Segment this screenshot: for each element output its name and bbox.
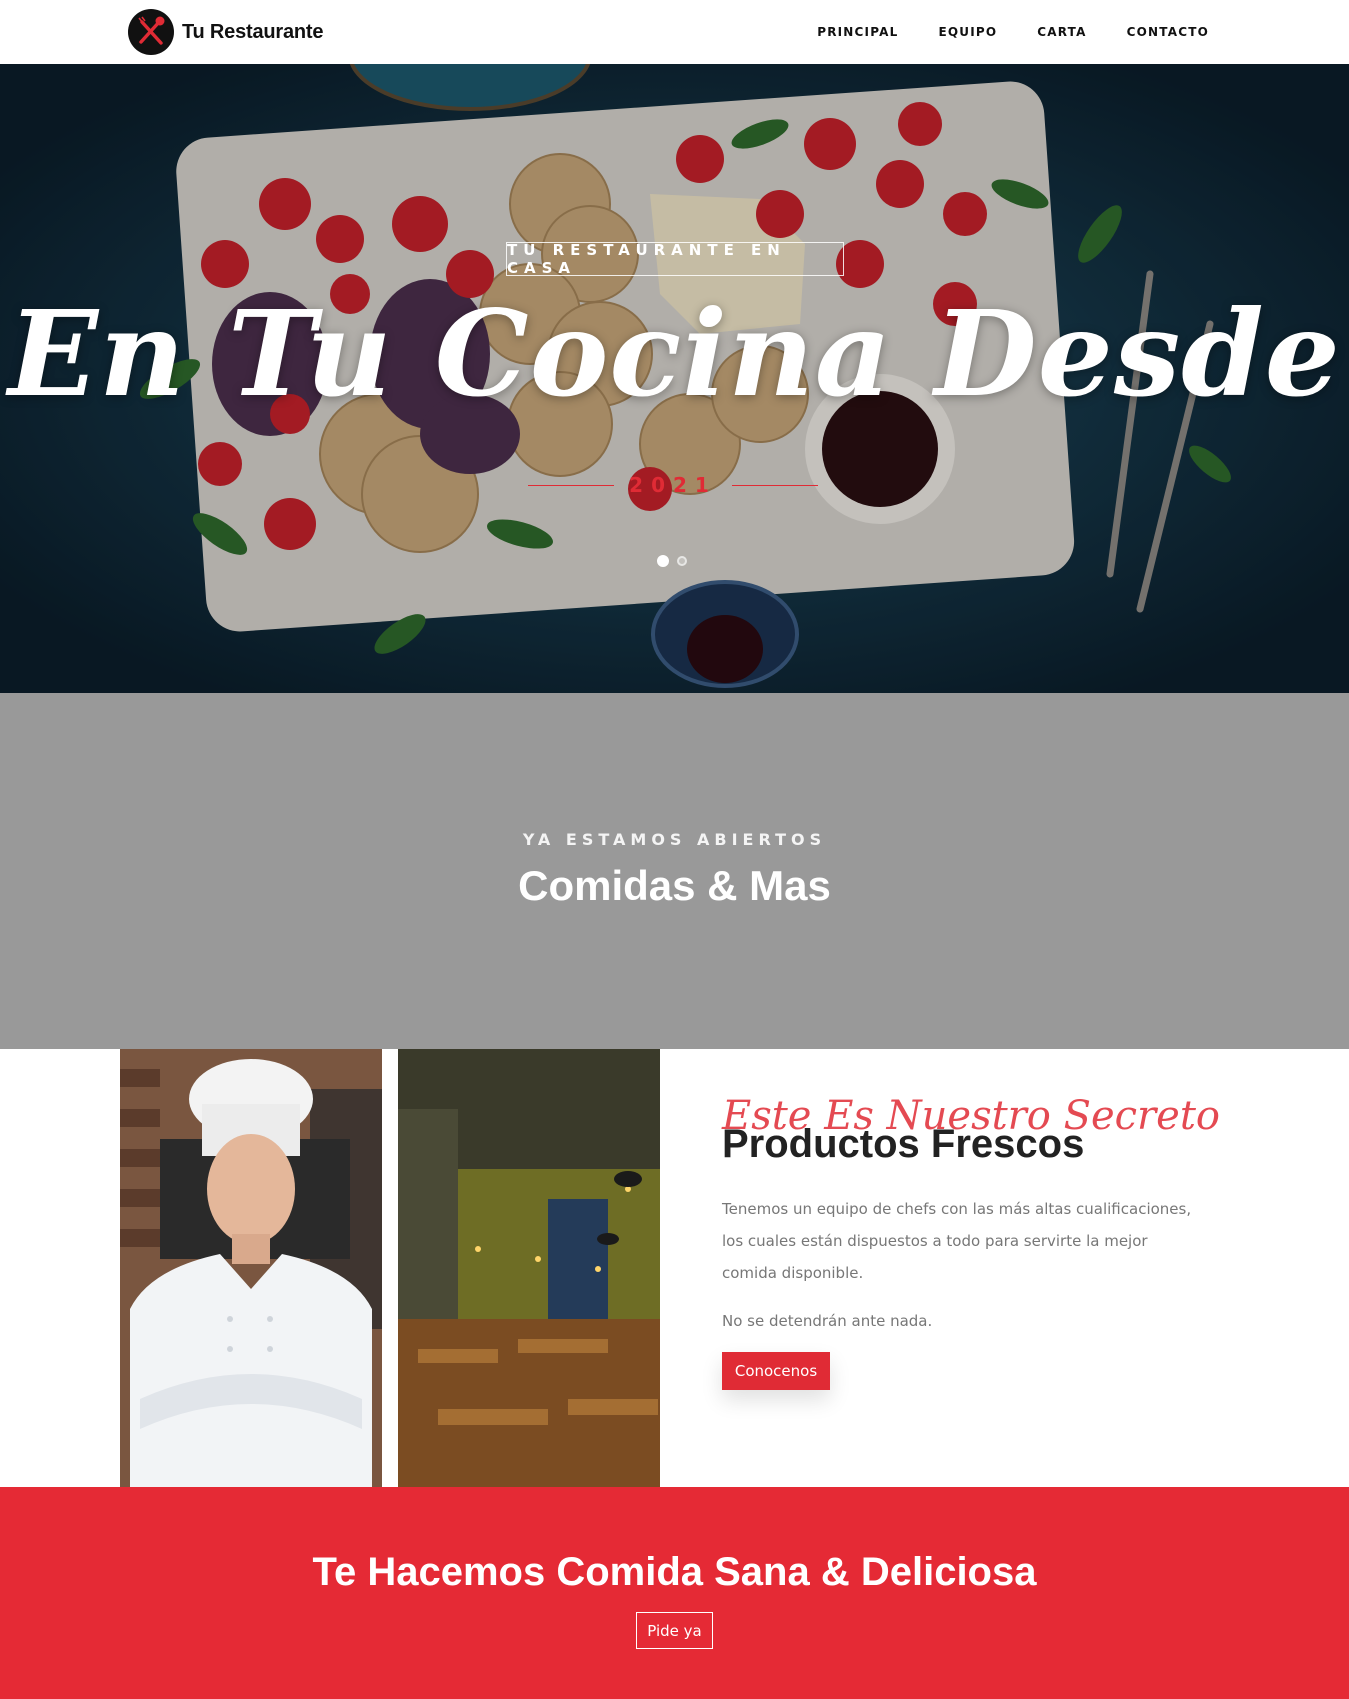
banner-kicker: YA ESTAMOS ABIERTOS bbox=[522, 830, 827, 849]
cta-section: Te Hacemos Comida Sana & Deliciosa Pide … bbox=[0, 1487, 1349, 1699]
restaurant-interior-photo bbox=[398, 1049, 660, 1487]
nav-link-equipo[interactable]: EQUIPO bbox=[938, 25, 997, 39]
conocenos-button[interactable]: Conocenos bbox=[722, 1352, 830, 1390]
about-paragraph-2: No se detendrán ante nada. bbox=[722, 1312, 933, 1330]
order-now-button[interactable]: Pide ya bbox=[636, 1612, 713, 1649]
banner-title: Comidas & Mas bbox=[518, 862, 831, 909]
divider-line-left bbox=[528, 484, 614, 486]
hero-slider: TU RESTAURANTE EN CASA En Tu Cocina Desd… bbox=[0, 64, 1349, 693]
brand-name: Tu Restaurante bbox=[182, 20, 324, 43]
hero-kicker: TU RESTAURANTE EN CASA bbox=[506, 241, 844, 277]
crossed-fork-spoon-icon bbox=[128, 9, 174, 55]
about-section: Este Es Nuestro Secreto Productos Fresco… bbox=[0, 1049, 1349, 1487]
main-nav: PRINCIPAL EQUIPO CARTA CONTACTO bbox=[817, 0, 1209, 64]
about-paragraph-1: Tenemos un equipo de chefs con las más a… bbox=[722, 1200, 1192, 1282]
nav-link-contacto[interactable]: CONTACTO bbox=[1127, 25, 1209, 39]
cta-title: Te Hacemos Comida Sana & Deliciosa bbox=[312, 1550, 1037, 1594]
slider-pagination bbox=[657, 555, 687, 567]
chef-photo bbox=[120, 1049, 382, 1487]
hero-year-divider: 2021 bbox=[528, 468, 818, 502]
divider-line-right bbox=[731, 484, 818, 486]
opening-banner: YA ESTAMOS ABIERTOS Comidas & Mas bbox=[0, 693, 1349, 1049]
about-title: Productos Frescos bbox=[722, 1122, 1085, 1166]
navbar: Tu Restaurante PRINCIPAL EQUIPO CARTA CO… bbox=[0, 0, 1349, 64]
nav-link-principal[interactable]: PRINCIPAL bbox=[817, 25, 898, 39]
brand-link[interactable]: Tu Restaurante bbox=[128, 9, 324, 55]
nav-link-carta[interactable]: CARTA bbox=[1037, 25, 1086, 39]
hero-title: En Tu Cocina Desde bbox=[8, 284, 1341, 423]
slider-dot-1[interactable] bbox=[657, 555, 669, 567]
hero-year: 2021 bbox=[629, 473, 717, 497]
slider-dot-2[interactable] bbox=[677, 556, 687, 566]
